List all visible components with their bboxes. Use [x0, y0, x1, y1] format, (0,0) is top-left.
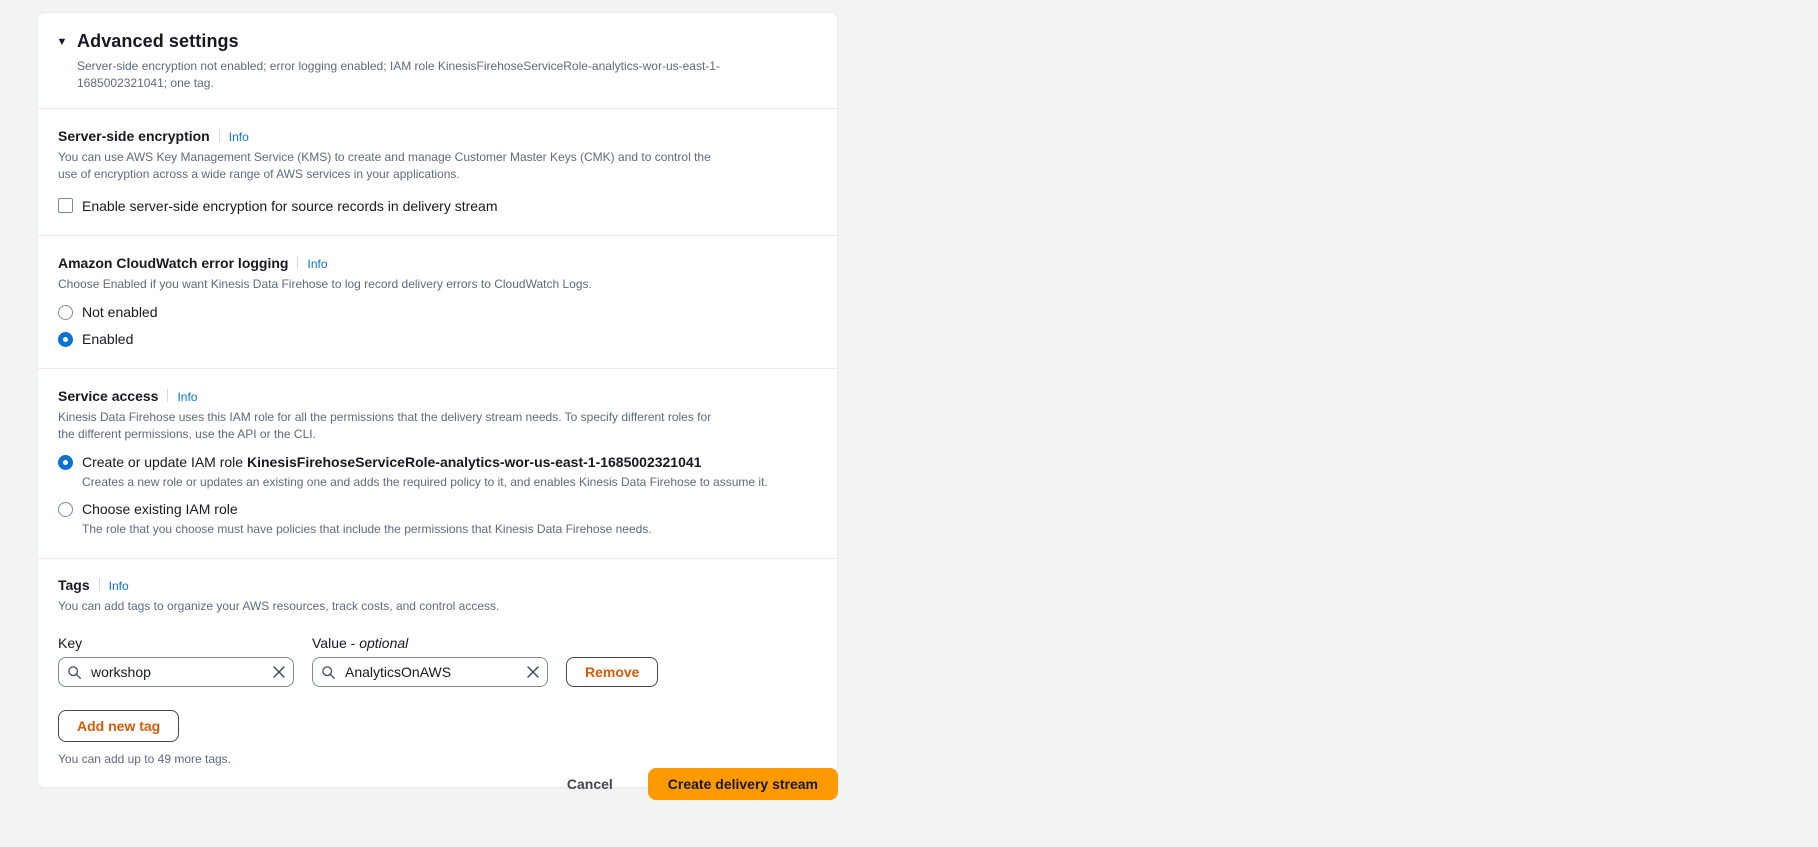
tag-value-input[interactable]: AnalyticsOnAWS [312, 657, 548, 687]
remove-tag-button[interactable]: Remove [566, 657, 659, 687]
tags-info-link[interactable]: Info [109, 579, 129, 593]
advanced-settings-page: ▼ Advanced settings Server-side encrypti… [0, 0, 1818, 847]
server-side-encryption-section: Server-side encryption Info You can use … [38, 109, 837, 236]
tag-key-input[interactable]: workshop [58, 657, 294, 687]
tags-section: Tags Info You can add tags to organize y… [38, 559, 837, 787]
collapse-chevron-icon[interactable]: ▼ [55, 29, 69, 55]
cancel-button[interactable]: Cancel [548, 768, 632, 800]
encryption-label-row: Server-side encryption Info [58, 127, 817, 145]
radio-not-enabled-control[interactable] [58, 305, 73, 320]
tag-value-value[interactable]: AnalyticsOnAWS [336, 663, 525, 681]
radio-not-enabled-label[interactable]: Not enabled [82, 303, 817, 321]
tag-value-field: Value - optional AnalyticsOnAWS [312, 634, 548, 687]
search-icon [68, 665, 81, 679]
clear-key-icon[interactable] [271, 664, 287, 680]
service-access-label-row: Service access Info [58, 387, 817, 405]
label-divider [297, 256, 299, 269]
tag-row: Key workshop Value - optional AnalyticsO… [58, 634, 817, 687]
advanced-settings-panel: ▼ Advanced settings Server-side encrypti… [37, 12, 838, 788]
search-icon [322, 665, 335, 679]
radio-create-update-iam-role[interactable]: Create or update IAM role KinesisFirehos… [58, 453, 817, 491]
form-footer: Cancel Create delivery stream [37, 768, 838, 800]
radio-choose-existing-iam-role-body: Choose existing IAM role The role that y… [82, 500, 817, 538]
radio-create-update-iam-role-control[interactable] [58, 455, 73, 470]
tag-key-header: Key [58, 635, 83, 651]
error-logging-title: Amazon CloudWatch error logging [58, 255, 289, 271]
radio-choose-existing-iam-role-desc: The role that you choose must have polic… [82, 522, 652, 536]
radio-enabled-body: Enabled [82, 330, 817, 348]
iam-role-label-prefix: Create or update IAM role [82, 454, 247, 470]
radio-create-update-iam-role-body: Create or update IAM role KinesisFirehos… [82, 453, 817, 491]
page-title: Advanced settings [77, 31, 239, 51]
service-access-info-link[interactable]: Info [177, 390, 197, 404]
header-body: Advanced settings Server-side encryption… [77, 29, 817, 92]
tag-value-header-text: Value - [312, 635, 360, 651]
encryption-info-link[interactable]: Info [229, 130, 249, 144]
service-access-section: Service access Info Kinesis Data Firehos… [38, 369, 837, 559]
service-access-description: Kinesis Data Firehose uses this IAM role… [58, 410, 712, 441]
radio-choose-existing-iam-role[interactable]: Choose existing IAM role The role that y… [58, 500, 817, 538]
radio-enabled-control[interactable] [58, 332, 73, 347]
header-summary: Server-side encryption not enabled; erro… [77, 59, 720, 90]
radio-create-update-iam-role-label[interactable]: Create or update IAM role KinesisFirehos… [82, 453, 817, 471]
encryption-title: Server-side encryption [58, 128, 210, 144]
tag-key-field: Key workshop [58, 634, 294, 687]
tag-value-header-optional: optional [359, 635, 409, 651]
create-delivery-stream-button[interactable]: Create delivery stream [647, 768, 838, 800]
radio-choose-existing-iam-role-label[interactable]: Choose existing IAM role [82, 500, 817, 518]
label-divider [218, 129, 220, 142]
label-divider [167, 389, 169, 402]
tags-label-row: Tags Info [58, 576, 817, 594]
radio-not-enabled[interactable]: Not enabled [58, 303, 817, 321]
error-logging-description: Choose Enabled if you want Kinesis Data … [58, 277, 592, 291]
tags-description: You can add tags to organize your AWS re… [58, 599, 500, 613]
encryption-description: You can use AWS Key Management Service (… [58, 150, 711, 181]
error-logging-label-row: Amazon CloudWatch error logging Info [58, 254, 817, 272]
radio-not-enabled-body: Not enabled [82, 303, 817, 321]
enable-encryption-checkbox[interactable] [58, 198, 73, 213]
tags-limit-note: You can add up to 49 more tags. [58, 752, 232, 766]
service-access-radio-group: Create or update IAM role KinesisFirehos… [58, 453, 817, 538]
error-logging-info-link[interactable]: Info [307, 257, 327, 271]
add-new-tag-button[interactable]: Add new tag [58, 710, 180, 742]
cloudwatch-error-logging-section: Amazon CloudWatch error logging Info Cho… [38, 236, 837, 369]
encryption-checkbox-row[interactable]: Enable server-side encryption for source… [58, 197, 817, 215]
tag-key-value[interactable]: workshop [82, 663, 271, 681]
clear-value-icon[interactable] [525, 664, 541, 680]
service-access-title: Service access [58, 388, 159, 404]
radio-choose-existing-iam-role-control[interactable] [58, 502, 73, 517]
error-logging-radio-group: Not enabled Enabled [58, 303, 817, 348]
radio-create-update-iam-role-desc: Creates a new role or updates an existin… [82, 475, 768, 489]
label-divider [98, 578, 100, 591]
advanced-settings-header[interactable]: ▼ Advanced settings Server-side encrypti… [38, 13, 837, 109]
enable-encryption-label[interactable]: Enable server-side encryption for source… [82, 197, 498, 215]
tags-title: Tags [58, 577, 90, 593]
tag-value-header: Value - optional [312, 634, 548, 652]
radio-enabled-label[interactable]: Enabled [82, 330, 817, 348]
iam-role-name: KinesisFirehoseServiceRole-analytics-wor… [246, 454, 702, 470]
radio-enabled[interactable]: Enabled [58, 330, 817, 348]
